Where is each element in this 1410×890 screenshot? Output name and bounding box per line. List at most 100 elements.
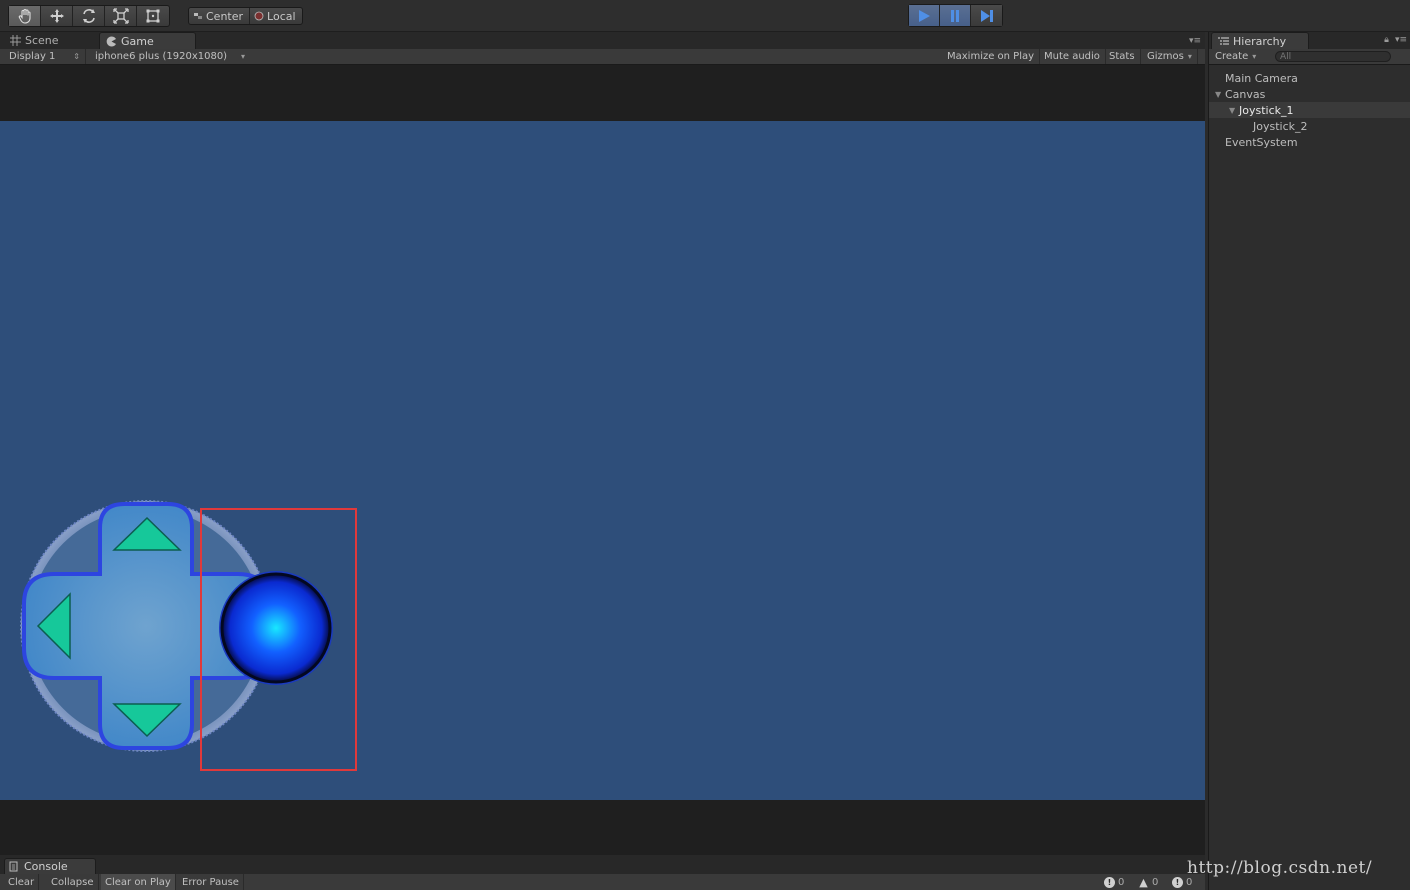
create-dropdown[interactable]: Create ▾ <box>1215 49 1256 64</box>
clear-on-play-label: Clear on Play <box>105 876 171 888</box>
tab-game[interactable]: Game <box>99 32 196 49</box>
tab-scene[interactable]: Scene <box>4 32 98 49</box>
hierarchy-item-joystick-2[interactable]: Joystick_2 <box>1209 118 1410 134</box>
chevron-down-icon: ▾ <box>1252 52 1257 61</box>
console-icon <box>9 861 18 872</box>
warning-icon: ▲ <box>1139 875 1148 889</box>
mute-audio-toggle[interactable]: Mute audio <box>1039 49 1106 64</box>
list-icon <box>1218 36 1229 45</box>
console-title: Console <box>24 860 68 873</box>
rotate-icon <box>82 9 95 23</box>
hierarchy-tabbar: Hierarchy 🔒︎ ▾≡ <box>1209 32 1410 49</box>
display-select[interactable]: Display 1 ⇕ <box>4 49 86 64</box>
error-count: 0 <box>1118 876 1125 888</box>
hierarchy-item-eventsystem[interactable]: EventSystem <box>1209 134 1410 150</box>
collapse-toggle[interactable]: Collapse <box>47 874 99 890</box>
step-icon <box>980 9 993 22</box>
hierarchy-search-input[interactable] <box>1275 51 1391 62</box>
hierarchy-tools: 🔒︎ ▾≡ <box>1384 35 1407 45</box>
hierarchy-item-label: Canvas <box>1225 87 1266 101</box>
resolution-value: iphone6 plus (1920x1080) <box>95 51 228 62</box>
display-value: Display 1 <box>9 51 56 62</box>
error-count-toggle[interactable]: ! 0 <box>1104 874 1124 890</box>
playback-controls <box>908 4 1003 27</box>
collapse-label: Collapse <box>51 876 94 888</box>
rect-tool-button[interactable] <box>137 6 169 26</box>
chevron-down-icon: ▾ <box>1187 52 1192 61</box>
create-label: Create <box>1215 51 1249 62</box>
watermark-text: http://blog.csdn.net/ <box>1187 858 1373 878</box>
hierarchy-item-label: EventSystem <box>1225 135 1298 149</box>
resolution-select[interactable]: iphone6 plus (1920x1080) ▾ <box>90 49 250 64</box>
hierarchy-list: Main Camera ▼ Canvas ▼ Joystick_1 Joysti… <box>1209 70 1410 150</box>
pivot-center-label: Center <box>206 9 244 23</box>
hierarchy-panel: Hierarchy 🔒︎ ▾≡ Create ▾ Main Camera ▼ C… <box>1208 32 1410 890</box>
pause-icon <box>951 9 959 22</box>
stats-label: Stats <box>1109 51 1135 62</box>
hierarchy-item-joystick-1[interactable]: ▼ Joystick_1 <box>1209 102 1410 118</box>
tab-hierarchy[interactable]: Hierarchy <box>1211 32 1309 49</box>
console-tabbar: Console <box>0 855 1205 874</box>
tab-scene-label: Scene <box>25 34 59 47</box>
local-globe-icon <box>254 11 264 21</box>
maximize-on-play-label: Maximize on Play <box>947 51 1035 62</box>
play-icon <box>919 9 930 22</box>
error-icon: ! <box>1104 876 1115 888</box>
clear-label: Clear <box>8 876 35 888</box>
pivot-local-button[interactable]: Local <box>250 8 302 24</box>
pivot-center-button[interactable]: Center <box>189 8 251 24</box>
pivot-local-label: Local <box>267 9 296 23</box>
hand-tool-button[interactable] <box>9 6 41 26</box>
scale-icon <box>112 8 129 24</box>
error-pause-toggle[interactable]: Error Pause <box>178 874 244 890</box>
gizmos-dropdown[interactable]: Gizmos ▾ <box>1142 49 1198 64</box>
step-button[interactable] <box>971 5 1002 26</box>
pivot-center-icon <box>194 13 202 19</box>
lock-icon[interactable]: 🔒︎ <box>1384 35 1389 45</box>
tab-console[interactable]: Console <box>4 858 96 874</box>
expand-triangle-icon[interactable]: ▼ <box>1229 106 1239 115</box>
stats-toggle[interactable]: Stats <box>1104 49 1141 64</box>
hierarchy-item-label: Joystick_1 <box>1239 103 1294 117</box>
clear-button[interactable]: Clear <box>4 874 40 890</box>
message-icon: ! <box>1172 876 1183 888</box>
maximize-on-play-toggle[interactable]: Maximize on Play <box>942 49 1041 64</box>
hierarchy-item-canvas[interactable]: ▼ Canvas <box>1209 86 1410 102</box>
pause-button[interactable] <box>940 5 971 26</box>
pivot-toggles: Center Local <box>188 7 303 25</box>
console-toolbar: Clear Collapse Clear on Play Error Pause… <box>0 874 1205 890</box>
gizmos-label: Gizmos <box>1147 51 1184 62</box>
chevron-down-icon: ▾ <box>240 52 245 61</box>
hierarchy-item-main-camera[interactable]: Main Camera <box>1209 70 1410 86</box>
play-button[interactable] <box>909 5 940 26</box>
hand-icon <box>18 8 31 24</box>
hierarchy-item-label: Main Camera <box>1225 71 1298 85</box>
main-toolbar: Center Local <box>0 0 1410 32</box>
game-options-bar: Display 1 ⇕ iphone6 plus (1920x1080) ▾ M… <box>0 49 1205 65</box>
scale-tool-button[interactable] <box>105 6 137 26</box>
message-count: 0 <box>1186 876 1193 888</box>
clear-on-play-toggle[interactable]: Clear on Play <box>101 874 176 890</box>
tab-game-label: Game <box>121 34 154 48</box>
warning-count: 0 <box>1152 876 1159 888</box>
mute-audio-label: Mute audio <box>1044 51 1100 62</box>
error-pause-label: Error Pause <box>182 876 239 888</box>
expand-triangle-icon[interactable]: ▼ <box>1215 90 1225 99</box>
game-viewport[interactable] <box>0 121 1205 800</box>
move-tool-button[interactable] <box>41 6 73 26</box>
grid-icon <box>10 35 21 46</box>
panel-menu-icon[interactable]: ▾≡ <box>1395 35 1407 45</box>
panel-menu-icon[interactable]: ▾≡ <box>1189 36 1201 46</box>
pacman-icon <box>106 36 116 46</box>
move-icon <box>49 9 64 23</box>
rotate-tool-button[interactable] <box>73 6 105 26</box>
warning-count-toggle[interactable]: ▲ 0 <box>1138 874 1158 890</box>
hierarchy-item-label: Joystick_2 <box>1253 119 1308 133</box>
view-tabbar: Scene Game ▾≡ <box>0 32 1205 49</box>
game-panel: Scene Game ▾≡ Display 1 ⇕ iphone6 plus (… <box>0 32 1205 855</box>
rect-transform-icon <box>146 9 160 23</box>
hierarchy-toolbar: Create ▾ <box>1209 49 1410 65</box>
selection-highlight <box>200 508 357 771</box>
transform-tools <box>8 5 170 27</box>
hierarchy-title: Hierarchy <box>1233 34 1287 48</box>
